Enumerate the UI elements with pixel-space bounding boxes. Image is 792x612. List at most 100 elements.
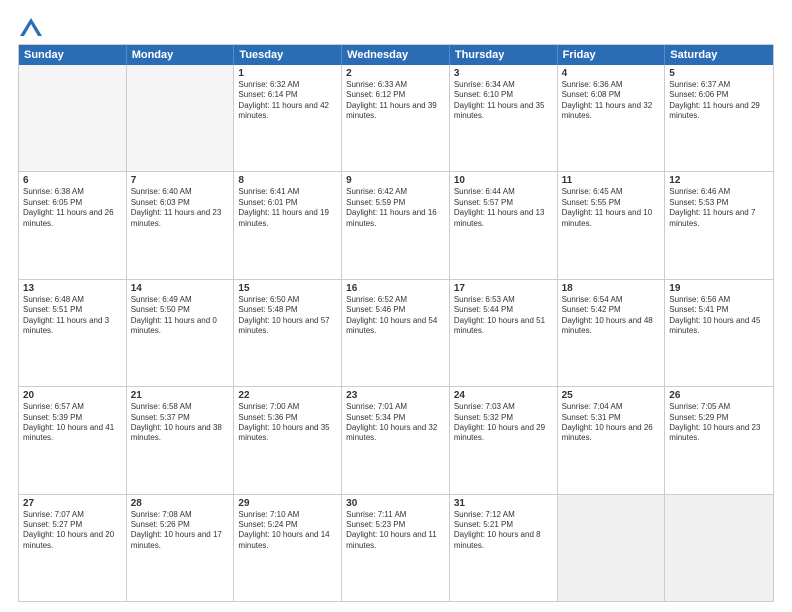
calendar-header-cell: Wednesday [342,45,450,65]
calendar-cell: 3Sunrise: 6:34 AM Sunset: 6:10 PM Daylig… [450,65,558,171]
calendar-header-cell: Thursday [450,45,558,65]
cell-details: Sunrise: 6:54 AM Sunset: 5:42 PM Dayligh… [562,295,661,337]
day-number: 1 [238,68,337,79]
day-number: 16 [346,283,445,294]
calendar-cell: 21Sunrise: 6:58 AM Sunset: 5:37 PM Dayli… [127,387,235,493]
calendar-row: 20Sunrise: 6:57 AM Sunset: 5:39 PM Dayli… [19,387,773,494]
cell-details: Sunrise: 7:07 AM Sunset: 5:27 PM Dayligh… [23,510,122,552]
cell-details: Sunrise: 6:57 AM Sunset: 5:39 PM Dayligh… [23,402,122,444]
cell-details: Sunrise: 6:50 AM Sunset: 5:48 PM Dayligh… [238,295,337,337]
cell-details: Sunrise: 6:34 AM Sunset: 6:10 PM Dayligh… [454,80,553,122]
day-number: 25 [562,390,661,401]
cell-details: Sunrise: 7:10 AM Sunset: 5:24 PM Dayligh… [238,510,337,552]
day-number: 19 [669,283,769,294]
day-number: 21 [131,390,230,401]
calendar-cell: 1Sunrise: 6:32 AM Sunset: 6:14 PM Daylig… [234,65,342,171]
calendar-cell: 25Sunrise: 7:04 AM Sunset: 5:31 PM Dayli… [558,387,666,493]
cell-details: Sunrise: 6:41 AM Sunset: 6:01 PM Dayligh… [238,187,337,229]
cell-details: Sunrise: 6:49 AM Sunset: 5:50 PM Dayligh… [131,295,230,337]
calendar-row: 13Sunrise: 6:48 AM Sunset: 5:51 PM Dayli… [19,280,773,387]
cell-details: Sunrise: 6:44 AM Sunset: 5:57 PM Dayligh… [454,187,553,229]
cell-details: Sunrise: 7:01 AM Sunset: 5:34 PM Dayligh… [346,402,445,444]
day-number: 11 [562,175,661,186]
day-number: 14 [131,283,230,294]
cell-details: Sunrise: 7:04 AM Sunset: 5:31 PM Dayligh… [562,402,661,444]
cell-details: Sunrise: 6:52 AM Sunset: 5:46 PM Dayligh… [346,295,445,337]
cell-details: Sunrise: 6:45 AM Sunset: 5:55 PM Dayligh… [562,187,661,229]
day-number: 3 [454,68,553,79]
cell-details: Sunrise: 7:11 AM Sunset: 5:23 PM Dayligh… [346,510,445,552]
calendar-cell: 15Sunrise: 6:50 AM Sunset: 5:48 PM Dayli… [234,280,342,386]
calendar-cell: 19Sunrise: 6:56 AM Sunset: 5:41 PM Dayli… [665,280,773,386]
day-number: 23 [346,390,445,401]
calendar-body: 1Sunrise: 6:32 AM Sunset: 6:14 PM Daylig… [19,65,773,601]
cell-details: Sunrise: 6:42 AM Sunset: 5:59 PM Dayligh… [346,187,445,229]
header [18,18,774,36]
calendar-cell: 28Sunrise: 7:08 AM Sunset: 5:26 PM Dayli… [127,495,235,601]
cell-details: Sunrise: 6:56 AM Sunset: 5:41 PM Dayligh… [669,295,769,337]
calendar-cell: 9Sunrise: 6:42 AM Sunset: 5:59 PM Daylig… [342,172,450,278]
day-number: 7 [131,175,230,186]
calendar-cell: 22Sunrise: 7:00 AM Sunset: 5:36 PM Dayli… [234,387,342,493]
calendar-cell: 16Sunrise: 6:52 AM Sunset: 5:46 PM Dayli… [342,280,450,386]
day-number: 27 [23,498,122,509]
calendar-cell: 6Sunrise: 6:38 AM Sunset: 6:05 PM Daylig… [19,172,127,278]
page: SundayMondayTuesdayWednesdayThursdayFrid… [0,0,792,612]
day-number: 15 [238,283,337,294]
day-number: 22 [238,390,337,401]
calendar-row: 1Sunrise: 6:32 AM Sunset: 6:14 PM Daylig… [19,65,773,172]
cell-details: Sunrise: 6:33 AM Sunset: 6:12 PM Dayligh… [346,80,445,122]
day-number: 26 [669,390,769,401]
calendar-header-cell: Tuesday [234,45,342,65]
day-number: 10 [454,175,553,186]
cell-details: Sunrise: 6:58 AM Sunset: 5:37 PM Dayligh… [131,402,230,444]
cell-details: Sunrise: 6:40 AM Sunset: 6:03 PM Dayligh… [131,187,230,229]
calendar-cell: 4Sunrise: 6:36 AM Sunset: 6:08 PM Daylig… [558,65,666,171]
day-number: 8 [238,175,337,186]
day-number: 24 [454,390,553,401]
calendar-cell: 5Sunrise: 6:37 AM Sunset: 6:06 PM Daylig… [665,65,773,171]
calendar-header-cell: Friday [558,45,666,65]
cell-details: Sunrise: 6:53 AM Sunset: 5:44 PM Dayligh… [454,295,553,337]
calendar-cell: 18Sunrise: 6:54 AM Sunset: 5:42 PM Dayli… [558,280,666,386]
calendar-cell: 27Sunrise: 7:07 AM Sunset: 5:27 PM Dayli… [19,495,127,601]
calendar-cell: 24Sunrise: 7:03 AM Sunset: 5:32 PM Dayli… [450,387,558,493]
calendar-cell: 7Sunrise: 6:40 AM Sunset: 6:03 PM Daylig… [127,172,235,278]
calendar-cell: 11Sunrise: 6:45 AM Sunset: 5:55 PM Dayli… [558,172,666,278]
calendar-cell: 12Sunrise: 6:46 AM Sunset: 5:53 PM Dayli… [665,172,773,278]
calendar-cell [558,495,666,601]
calendar-cell: 29Sunrise: 7:10 AM Sunset: 5:24 PM Dayli… [234,495,342,601]
cell-details: Sunrise: 7:00 AM Sunset: 5:36 PM Dayligh… [238,402,337,444]
cell-details: Sunrise: 7:03 AM Sunset: 5:32 PM Dayligh… [454,402,553,444]
day-number: 20 [23,390,122,401]
calendar-row: 27Sunrise: 7:07 AM Sunset: 5:27 PM Dayli… [19,495,773,601]
calendar: SundayMondayTuesdayWednesdayThursdayFrid… [18,44,774,602]
calendar-cell: 31Sunrise: 7:12 AM Sunset: 5:21 PM Dayli… [450,495,558,601]
calendar-cell: 30Sunrise: 7:11 AM Sunset: 5:23 PM Dayli… [342,495,450,601]
calendar-header-cell: Sunday [19,45,127,65]
day-number: 12 [669,175,769,186]
calendar-cell: 2Sunrise: 6:33 AM Sunset: 6:12 PM Daylig… [342,65,450,171]
day-number: 6 [23,175,122,186]
cell-details: Sunrise: 7:12 AM Sunset: 5:21 PM Dayligh… [454,510,553,552]
cell-details: Sunrise: 6:32 AM Sunset: 6:14 PM Dayligh… [238,80,337,122]
calendar-cell: 23Sunrise: 7:01 AM Sunset: 5:34 PM Dayli… [342,387,450,493]
logo-icon [20,18,42,36]
calendar-header: SundayMondayTuesdayWednesdayThursdayFrid… [19,45,773,65]
cell-details: Sunrise: 7:08 AM Sunset: 5:26 PM Dayligh… [131,510,230,552]
cell-details: Sunrise: 6:36 AM Sunset: 6:08 PM Dayligh… [562,80,661,122]
calendar-header-cell: Saturday [665,45,773,65]
calendar-cell: 20Sunrise: 6:57 AM Sunset: 5:39 PM Dayli… [19,387,127,493]
day-number: 9 [346,175,445,186]
cell-details: Sunrise: 6:46 AM Sunset: 5:53 PM Dayligh… [669,187,769,229]
calendar-cell [665,495,773,601]
calendar-cell: 13Sunrise: 6:48 AM Sunset: 5:51 PM Dayli… [19,280,127,386]
day-number: 29 [238,498,337,509]
day-number: 28 [131,498,230,509]
day-number: 30 [346,498,445,509]
day-number: 13 [23,283,122,294]
logo [18,18,42,36]
day-number: 17 [454,283,553,294]
day-number: 4 [562,68,661,79]
day-number: 2 [346,68,445,79]
